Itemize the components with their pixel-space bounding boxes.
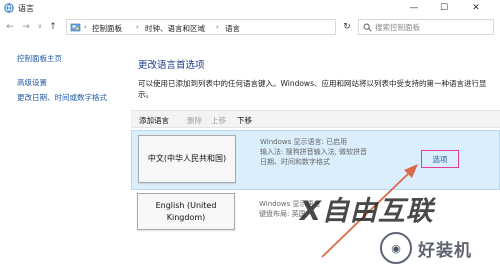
- language-toolbar: 添加语言 删除 上移 下移: [131, 110, 500, 128]
- search-box[interactable]: [358, 19, 494, 35]
- language-info-chinese: Windows 显示语言: 已启用 输入法: 搜狗拼音输入法, 微软拼音 日期、…: [260, 137, 367, 167]
- sidebar-link-change-date-time-format[interactable]: 更改日期、时间或数字格式: [17, 92, 107, 103]
- watermark-site-name: 好装机: [418, 241, 472, 261]
- language-name-chinese[interactable]: 中文(中华人民共和国): [138, 135, 236, 183]
- add-language-button[interactable]: 添加语言: [139, 115, 169, 126]
- watermark-logo: X自由互联: [300, 196, 434, 227]
- options-link[interactable]: 选项: [421, 150, 459, 168]
- watermark-badge-icon: ◉: [380, 232, 412, 264]
- language-name-english-uk[interactable]: English (United Kingdom): [137, 193, 235, 230]
- window-title: 语言: [18, 4, 34, 13]
- back-button[interactable]: ←: [4, 21, 16, 33]
- breadcrumb-language[interactable]: 语言: [225, 23, 240, 34]
- sidebar-link-control-panel-home[interactable]: 控制面板主页: [17, 53, 62, 64]
- language-row-chinese[interactable]: 中文(中华人民共和国) Windows 显示语言: 已启用 输入法: 搜狗拼音输…: [131, 130, 500, 190]
- close-button[interactable]: ✕: [462, 0, 490, 16]
- breadcrumb-control-panel[interactable]: 控制面板: [92, 23, 122, 34]
- remove-language-button[interactable]: 删除: [187, 115, 202, 126]
- breadcrumb-separator: ›: [216, 23, 219, 31]
- minimize-button[interactable]: —: [400, 0, 428, 16]
- recent-locations-button[interactable]: ∨: [34, 21, 46, 33]
- control-panel-icon: [70, 23, 81, 32]
- title-bar: 语言 — ☐ ✕: [0, 0, 500, 16]
- breadcrumb-clock-language-region[interactable]: 时钟、语言和区域: [145, 23, 205, 34]
- input-method-list: 输入法: 搜狗拼音输入法, 微软拼音: [260, 148, 368, 156]
- display-language-status: Windows 显示语言: 已启用: [260, 138, 348, 146]
- navigation-bar: ← → ∨ ↑ › 控制面板 › 时钟、语言和区域 › 语言 ∨ ↻: [0, 17, 500, 37]
- move-up-button[interactable]: 上移: [211, 115, 226, 126]
- refresh-button[interactable]: ↻: [341, 21, 353, 33]
- forward-button[interactable]: →: [20, 21, 32, 33]
- sidebar-link-advanced-settings[interactable]: 高级设置: [17, 77, 47, 88]
- date-time-format-info: 日期、时间和数字格式: [260, 158, 330, 166]
- search-input[interactable]: [375, 22, 490, 33]
- up-button[interactable]: ↑: [47, 21, 59, 33]
- page-description: 可以使用已添加到列表中的任何语言键入。Windows、应用和网站将以列表中受支持…: [138, 79, 487, 99]
- breadcrumb-separator: ›: [84, 23, 87, 31]
- page-heading: 更改语言首选项: [138, 60, 205, 71]
- move-down-button[interactable]: 下移: [237, 115, 252, 126]
- breadcrumb-separator: ›: [136, 23, 139, 31]
- address-bar[interactable]: › 控制面板 › 时钟、语言和区域 › 语言 ∨: [66, 19, 392, 35]
- language-globe-icon: [4, 3, 14, 13]
- maximize-button[interactable]: ☐: [430, 0, 458, 16]
- search-icon: [363, 23, 372, 32]
